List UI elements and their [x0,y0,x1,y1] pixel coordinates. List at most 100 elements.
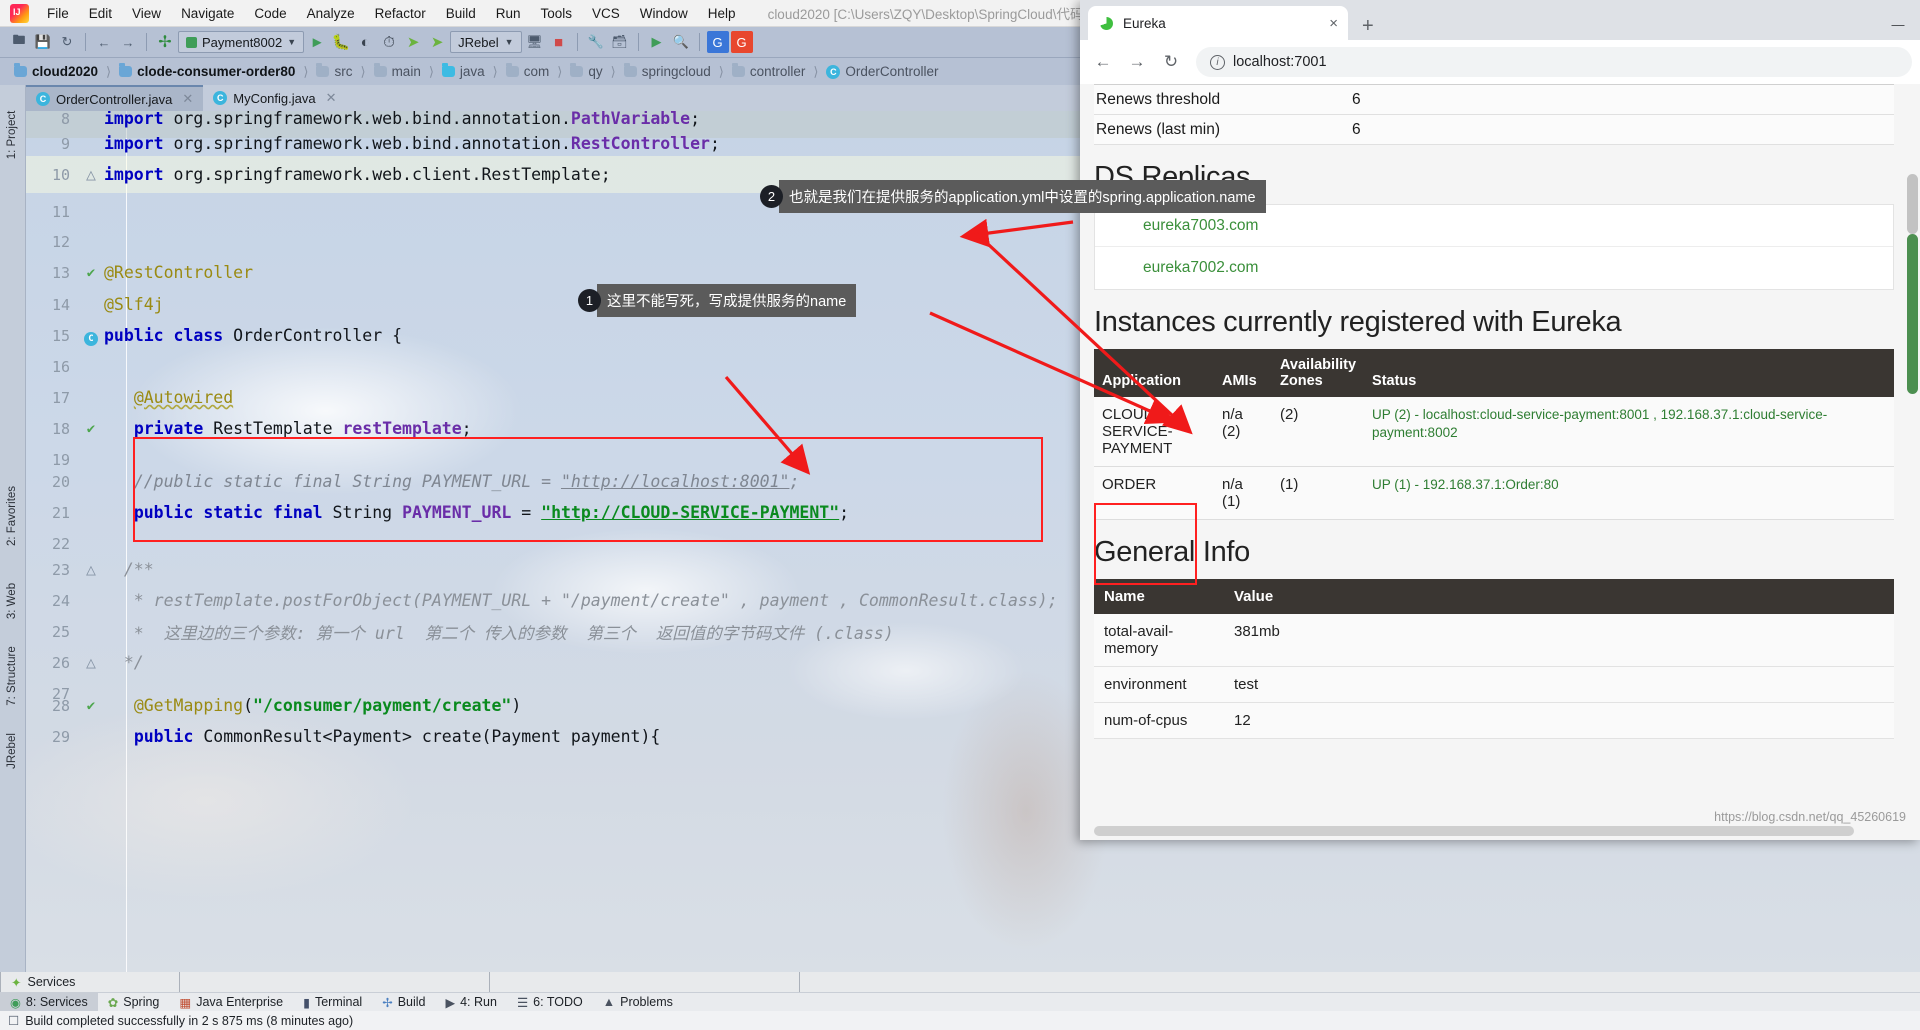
breadcrumb-item-controller[interactable]: controller [728,63,810,79]
run-with-coverage-icon[interactable]: ◐ [354,31,376,53]
open-folder-icon[interactable]: 🖿 [8,31,30,53]
menu-item-file[interactable]: File [37,0,79,27]
column-value: Value [1224,579,1894,614]
menu-item-build[interactable]: Build [436,0,486,27]
menu-item-navigate[interactable]: Navigate [171,0,244,27]
bean-gutter-icon[interactable]: ✔ [78,421,104,437]
run-configuration-selector[interactable]: Payment8002 ▼ [178,31,305,53]
sync-refresh-icon[interactable]: ↻ [56,31,78,53]
menu-item-help[interactable]: Help [698,0,746,27]
new-tab-button[interactable]: + [1350,16,1386,40]
code-highlight-box [133,437,1043,542]
sidebar-item-web[interactable]: 3: Web [6,566,18,636]
sidebar-item-project[interactable]: 1: Project [6,100,18,170]
callout-text: 这里不能写死，写成提供服务的name [597,283,857,317]
menu-item-refactor[interactable]: Refactor [365,0,436,27]
debug-bug-icon[interactable]: 🐛 [330,31,352,53]
general-value: 381mb [1224,614,1894,667]
menu-item-run[interactable]: Run [486,0,531,27]
editor-tab-ordercontroller[interactable]: C OrderController.java ✕ [26,85,204,111]
breadcrumb-item-src[interactable]: src [312,63,356,79]
fold-marker-icon[interactable]: △ [78,165,104,184]
breadcrumb-item-cloud2020[interactable]: cloud2020 [10,63,102,79]
menu-item-view[interactable]: View [122,0,171,27]
menu-item-tools[interactable]: Tools [531,0,583,27]
breadcrumb-item-springcloud[interactable]: springcloud [620,63,715,79]
vertical-scrollbar-thumb[interactable] [1907,174,1918,234]
breadcrumb-item-qy[interactable]: qy [566,63,606,79]
build-hammer-icon[interactable]: ✢ [154,31,176,53]
line-number: 20 [51,472,70,491]
back-arrow-icon[interactable]: ← [93,31,115,53]
google-translate-blue-icon[interactable]: G [706,31,729,53]
jrebel-selector[interactable]: JRebel ▼ [450,31,522,53]
breadcrumb-item-com[interactable]: com [502,63,554,79]
run-button-icon[interactable]: ► [306,31,328,53]
google-translate-red-icon[interactable]: G [730,31,753,53]
forward-arrow-icon[interactable]: → [117,31,139,53]
fold-marker-icon[interactable]: △ [78,560,104,579]
tool-window-problems[interactable]: ▲ Problems [593,993,683,1012]
sidebar-item-structure[interactable]: 7: Structure [6,641,18,711]
breadcrumb-item-ordercontroller[interactable]: C OrderController [822,64,942,79]
close-icon[interactable]: × [1329,15,1338,32]
instance-status[interactable]: UP (2) - localhost:cloud-service-payment… [1364,397,1894,467]
menu-item-vcs[interactable]: VCS [582,0,630,27]
browser-tab-eureka[interactable]: Eureka × [1088,6,1348,40]
horizontal-scrollbar[interactable] [1094,826,1854,836]
tool-window-services[interactable]: ◉ 8: Services [0,992,98,1012]
menu-item-window[interactable]: Window [630,0,698,27]
tool-window-terminal[interactable]: ▮ Terminal [293,993,372,1012]
save-all-icon[interactable]: 💾 [32,31,54,53]
folder-icon [570,63,584,77]
instance-amis: n/a (1) [1214,466,1272,520]
tool-window-run[interactable]: ▶ 4: Run [435,993,506,1012]
search-icon[interactable]: 🔍 [670,31,692,53]
line-number: 24 [51,591,70,610]
general-value: test [1224,666,1894,703]
info-circle-icon[interactable]: i [1210,54,1225,70]
jrebel-run-icon[interactable]: ➤ [402,31,424,53]
java-class-icon: C [36,92,50,106]
instance-zones: (2) [1272,397,1365,467]
list-item[interactable]: eureka7002.com [1095,247,1893,289]
sidebar-item-jrebel[interactable]: JRebel [6,716,18,786]
jrebel-elephant-icon[interactable]: 🖥 [524,31,546,53]
mapping-gutter-icon[interactable]: ✔ [78,698,104,714]
close-icon[interactable]: ✕ [326,90,337,106]
services-panel-label[interactable]: ✦ Services [0,972,180,992]
run-anything-icon[interactable]: ▶ [646,31,668,53]
minimize-button[interactable]: — [1876,8,1920,40]
folder-icon [441,63,455,77]
menu-item-code[interactable]: Code [244,0,296,27]
chevron-down-icon: ▼ [504,37,514,47]
run-config-icon [186,36,197,48]
tool-window-build[interactable]: ✢ Build [372,993,435,1012]
stop-square-icon[interactable]: ■ [548,31,570,53]
fold-marker-icon[interactable]: △ [78,653,104,672]
address-bar[interactable]: i localhost:7001 [1196,47,1912,77]
menu-item-analyze[interactable]: Analyze [297,0,365,27]
table-row: num-of-cpus 12 [1094,702,1894,739]
instance-status[interactable]: UP (1) - 192.168.37.1:Order:80 [1364,466,1894,520]
project-structure-icon[interactable]: 🗃 [609,31,631,53]
jrebel-debug-icon[interactable]: ➤ [426,31,448,53]
profile-clock-icon[interactable]: ⏱ [378,31,400,53]
breadcrumb-item-module[interactable]: clode-consumer-order80 [115,63,299,79]
tool-window-java-enterprise[interactable]: ▦ Java Enterprise [169,993,293,1012]
services-icon: ✦ [11,975,22,990]
back-icon[interactable]: ← [1088,47,1118,77]
tool-window-spring[interactable]: ✿ Spring [98,993,170,1012]
forward-icon[interactable]: → [1122,47,1152,77]
run-gutter-icon[interactable]: ✔ [78,265,104,281]
sidebar-item-favorites[interactable]: 2: Favorites [6,481,18,551]
breadcrumb-item-main[interactable]: main [370,63,425,79]
editor-tab-myconfig[interactable]: C MyConfig.java ✕ [203,85,346,111]
settings-wrench-icon[interactable]: 🔧 [585,31,607,53]
column-status: Status [1364,349,1894,397]
reload-icon[interactable]: ↻ [1156,47,1186,77]
tool-window-todo[interactable]: ☰ 6: TODO [507,993,593,1012]
close-icon[interactable]: ✕ [182,91,193,107]
menu-item-edit[interactable]: Edit [79,0,122,27]
breadcrumb-item-java[interactable]: java [438,63,489,79]
